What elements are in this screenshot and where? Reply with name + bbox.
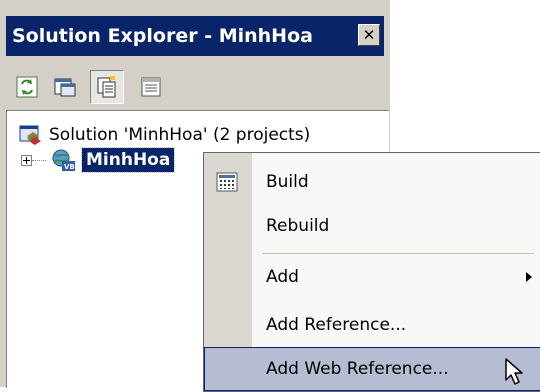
menu-item-add-reference[interactable]: Add Reference...	[204, 303, 540, 347]
menu-item-rebuild[interactable]: Rebuild	[204, 204, 540, 248]
tree-item-project[interactable]: VB MinhHoa	[7, 147, 176, 173]
show-all-files-button[interactable]	[90, 70, 124, 104]
tree-item-solution[interactable]: Solution 'MinhHoa' (2 projects)	[19, 122, 310, 148]
window-title: Solution Explorer - MinhHoa	[12, 25, 313, 47]
build-icon	[216, 172, 238, 192]
vb-web-project-icon: VB	[52, 149, 75, 171]
properties-icon	[141, 77, 161, 97]
menu-label-add-web-reference: Add Web Reference...	[266, 359, 449, 379]
menu-label-add-reference: Add Reference...	[266, 315, 407, 335]
solution-icon	[19, 125, 41, 145]
solution-label: Solution 'MinhHoa' (2 projects)	[49, 125, 311, 145]
refresh-button[interactable]	[10, 70, 44, 104]
menu-label-rebuild: Rebuild	[266, 216, 330, 236]
view-code-button[interactable]	[48, 70, 82, 104]
menu-label-build: Build	[266, 172, 309, 192]
close-button[interactable]: ✕	[358, 24, 380, 46]
menu-separator	[262, 253, 534, 254]
toolbar	[6, 66, 384, 108]
refresh-icon	[16, 76, 38, 98]
menu-item-add[interactable]: Add	[204, 255, 540, 299]
close-icon: ✕	[362, 25, 376, 44]
menu-item-add-web-reference[interactable]: Add Web Reference...	[204, 347, 540, 391]
expand-icon[interactable]	[21, 154, 32, 166]
svg-text:VB: VB	[64, 163, 75, 171]
mouse-cursor-icon	[505, 358, 523, 385]
submenu-arrow-icon	[526, 272, 532, 282]
view-code-icon	[54, 78, 76, 97]
menu-label-add: Add	[266, 267, 299, 287]
properties-button[interactable]	[134, 70, 168, 104]
title-bar[interactable]: Solution Explorer - MinhHoa ✕	[6, 16, 384, 56]
context-menu: Build Rebuild Add Add Reference... Add W…	[203, 152, 540, 392]
project-label: MinhHoa	[80, 147, 176, 173]
tree-connector	[32, 159, 46, 161]
show-all-files-icon	[97, 76, 116, 98]
menu-item-build[interactable]: Build	[204, 160, 540, 204]
